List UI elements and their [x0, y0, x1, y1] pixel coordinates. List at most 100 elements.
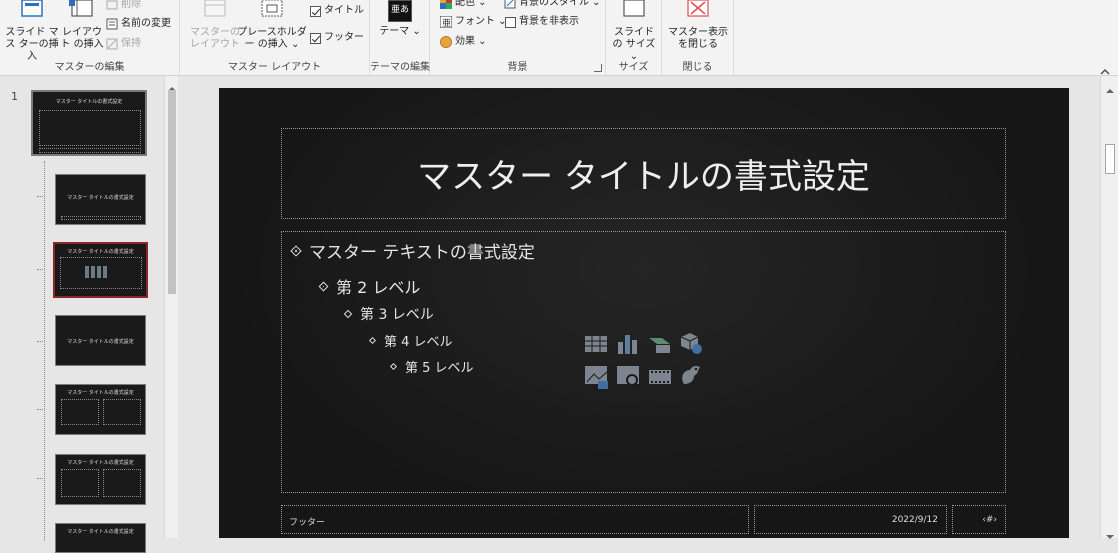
insert-icons-icon[interactable] — [678, 362, 702, 386]
insert-layout-button[interactable]: レイアウト の挿入 — [60, 0, 104, 51]
insert-placeholder-button[interactable]: プレースホルダー の挿入 ⌄ — [236, 0, 308, 51]
rename-icon — [106, 18, 118, 30]
master-layout-label: マスターの レイアウト — [190, 27, 240, 50]
slide-number-text: ‹#› — [982, 515, 997, 525]
master-layout-icon — [202, 0, 228, 24]
master-layout-button[interactable]: マスターの レイアウト — [190, 0, 240, 51]
thumb-master-title: マスター タイトルの書式設定 — [55, 99, 123, 105]
thumbnail-pane: 1 マスター タイトルの書式設定 マスター タイトルの書式設定 マスター タイト… — [0, 76, 180, 553]
close-x-icon — [685, 0, 711, 24]
scroll-up-icon[interactable] — [1106, 80, 1114, 93]
thumb-layout-section[interactable]: マスター タイトルの書式設定 — [55, 315, 146, 366]
dialog-launcher-icon[interactable] — [594, 64, 602, 72]
level-5-label: 第 5 レベル — [405, 361, 474, 376]
delete-label: 削除 — [121, 0, 141, 10]
thumb-layout-content-selected[interactable]: マスター タイトルの書式設定 — [53, 242, 148, 298]
thumbnail-scroll-thumb[interactable] — [168, 90, 176, 294]
thumb-layout-title[interactable]: マスター タイトルの書式設定 — [55, 174, 146, 225]
hide-bg-check-icon — [505, 16, 516, 28]
theme-icon-text: 亜あ — [390, 5, 409, 15]
slide-size-icon — [621, 0, 647, 24]
date-placeholder[interactable]: 2022/9/12 — [754, 505, 947, 534]
insert-slide-master-button[interactable]: スライド マス ターの挿入 — [4, 0, 60, 63]
insert-chart-icon[interactable] — [616, 332, 640, 356]
slide-number: 1 — [11, 90, 18, 103]
insert-3d-model-icon[interactable] — [678, 330, 702, 354]
preserve-label: 保持 — [121, 38, 141, 49]
main-vertical-scrollbar[interactable] — [1100, 76, 1118, 539]
colors-icon — [440, 0, 452, 9]
slide-editing-area: マスター タイトルの書式設定 マスター テキストの書式設定 第 2 レベル 第 … — [180, 76, 1090, 538]
insert-picture-icon[interactable] — [584, 364, 608, 389]
hide-bg-checkbox[interactable]: 背景を非表示 — [505, 14, 579, 30]
thumb-title-only-title: マスター タイトルの書式設定 — [67, 529, 134, 535]
thumb-content-title: マスター タイトルの書式設定 — [67, 249, 134, 255]
theme-icon: 亜あ — [388, 0, 412, 22]
thumbnail-scrollbar[interactable] — [164, 76, 178, 538]
insert-smartart-icon[interactable] — [648, 332, 672, 356]
fonts-label: フォント ⌄ — [455, 16, 507, 27]
thumb-slide-master[interactable]: マスター タイトルの書式設定 — [31, 90, 147, 156]
insert-table-icon[interactable] — [584, 332, 608, 356]
title-placeholder[interactable]: マスター タイトルの書式設定 — [281, 128, 1006, 219]
effects-button[interactable]: 効果 ⌄ — [440, 34, 487, 50]
thumb-layout-comparison[interactable]: マスター タイトルの書式設定 — [55, 454, 146, 505]
preserve-icon — [106, 38, 118, 50]
close-master-view-button[interactable]: マスター表示 を閉じる — [668, 0, 728, 51]
level-5-text: 第 5 レベル — [389, 357, 474, 376]
tree-tick — [37, 196, 43, 197]
themes-button[interactable]: 亜あ テーマ ⌄ — [376, 0, 424, 38]
footer-checkbox[interactable]: フッター — [310, 30, 364, 46]
scroll-thumb[interactable] — [1105, 144, 1115, 174]
rename-button[interactable]: 名前の変更 — [106, 16, 171, 32]
tree-tick — [37, 341, 43, 342]
level-4-label: 第 4 レベル — [384, 335, 453, 350]
thumb-two-left — [61, 399, 99, 425]
thumb-compare-title: マスター タイトルの書式設定 — [67, 460, 134, 466]
thumb-section-title: マスター タイトルの書式設定 — [67, 339, 134, 345]
footer-placeholder[interactable]: フッター — [281, 505, 749, 534]
thumb-two-right — [103, 399, 141, 425]
group-close: マスター表示 を閉じる 閉じる — [662, 0, 734, 76]
insert-online-picture-icon[interactable] — [616, 364, 641, 389]
thumb-layout-two-content[interactable]: マスター タイトルの書式設定 — [55, 384, 146, 435]
fonts-button[interactable]: 亜 フォント ⌄ — [439, 14, 507, 30]
scroll-up-icon[interactable] — [168, 78, 176, 91]
footer-check-icon — [310, 32, 321, 44]
level-1-label: マスター テキストの書式設定 — [309, 243, 535, 263]
slide-canvas[interactable]: マスター タイトルの書式設定 マスター テキストの書式設定 第 2 レベル 第 … — [219, 88, 1069, 538]
slide-number-placeholder[interactable]: ‹#› — [952, 505, 1006, 534]
preserve-button[interactable]: 保持 — [106, 36, 141, 52]
delete-button[interactable]: 削除 — [106, 0, 141, 13]
thumb-layout-title-only[interactable]: マスター タイトルの書式設定 — [55, 523, 146, 553]
effects-icon — [440, 36, 452, 48]
colors-button[interactable]: 配色 ⌄ — [440, 0, 487, 11]
group-size: スライドの サイズ ⌄ サイズ — [606, 0, 662, 76]
collapse-ribbon-icon[interactable] — [1100, 62, 1110, 75]
insert-video-icon[interactable] — [648, 364, 672, 388]
level-1-text: マスター テキストの書式設定 — [290, 238, 535, 263]
level-3-text: 第 3 レベル — [343, 304, 434, 324]
bullet-icon — [343, 309, 353, 319]
effects-label: 効果 ⌄ — [455, 36, 487, 47]
thumb-two-title: マスター タイトルの書式設定 — [67, 390, 134, 396]
close-master-label: マスター表示 を閉じる — [668, 27, 728, 50]
content-placeholder[interactable]: マスター テキストの書式設定 第 2 レベル 第 3 レベル 第 4 レベル 第… — [281, 231, 1006, 493]
slide-size-button[interactable]: スライドの サイズ ⌄ — [610, 0, 658, 63]
level-4-text: 第 4 レベル — [368, 331, 453, 350]
delete-icon — [106, 0, 118, 11]
date-text: 2022/9/12 — [891, 515, 938, 525]
scroll-down-icon[interactable] — [1106, 526, 1114, 539]
level-3-label: 第 3 レベル — [360, 307, 434, 323]
group-theme-edit: 亜あ テーマ ⌄ テーマの編集 — [370, 0, 430, 76]
bg-styles-button[interactable]: 背景のスタイル ⌄ — [504, 0, 601, 11]
title-checkbox[interactable]: タイトル — [310, 3, 364, 19]
thumb-master-body — [39, 110, 141, 146]
title-check-icon — [310, 5, 321, 17]
thumb-layout-title-text: マスター タイトルの書式設定 — [67, 195, 134, 201]
group-label-theme-edit: テーマの編集 — [370, 62, 430, 73]
ribbon: スライド マス ターの挿入 レイアウト の挿入 削除 名前の変更 保持 マスター… — [0, 0, 1118, 76]
thumb-master-footer — [39, 148, 141, 153]
layout-tree-line — [44, 161, 45, 541]
insert-placeholder-label: プレースホルダー の挿入 ⌄ — [237, 27, 307, 50]
